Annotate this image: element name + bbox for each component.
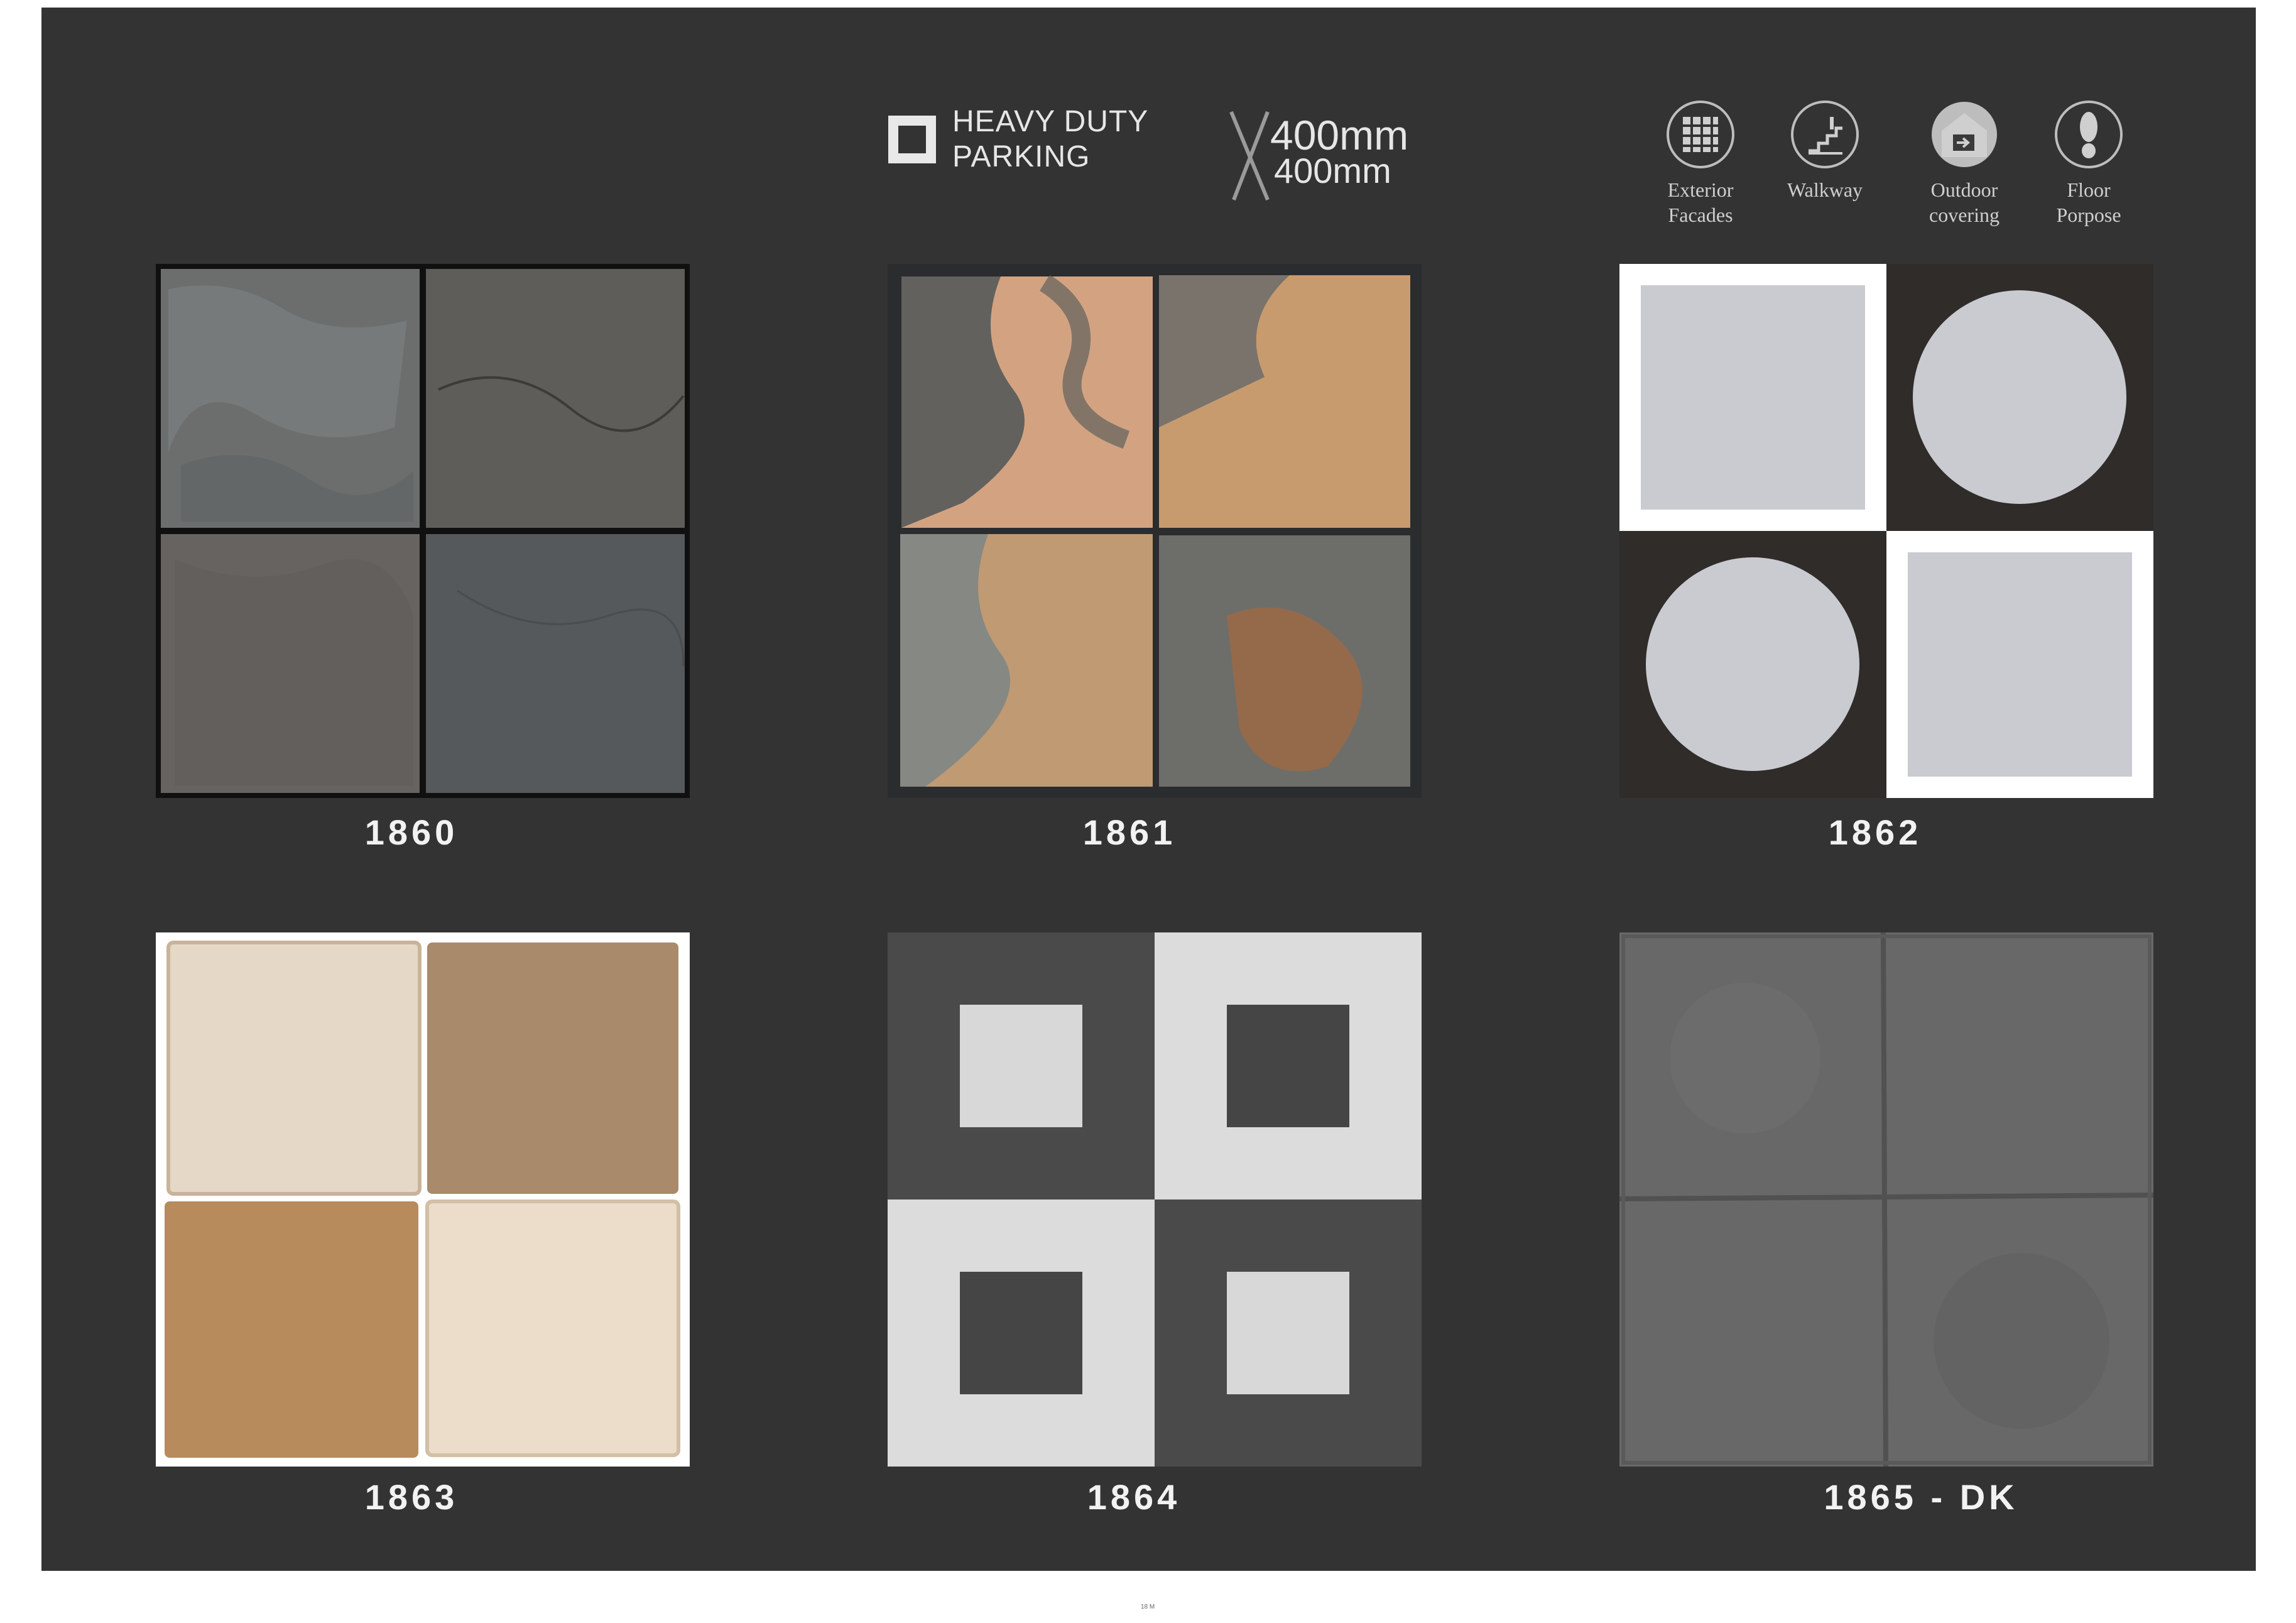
stairs-icon xyxy=(1791,101,1859,168)
tile-image-1864 xyxy=(888,932,1422,1467)
usage-exterior-facades: Exterior Facades xyxy=(1641,99,1760,227)
tile-code-1861: 1861 xyxy=(1082,812,1177,852)
tile-image-1861 xyxy=(888,264,1422,798)
usage-label-line2: Porpose xyxy=(2056,204,2121,226)
tile-code-1860: 1860 xyxy=(364,812,459,852)
usage-outdoor-covering: Outdoor covering xyxy=(1905,99,2024,227)
house-icon xyxy=(1932,102,1997,167)
size-multiply-icon xyxy=(1229,111,1270,201)
usage-label-line2: Facades xyxy=(1668,204,1733,226)
usage-label-line2: covering xyxy=(1929,204,1999,226)
tile-code-1863: 1863 xyxy=(364,1477,459,1517)
page-number: 18 M xyxy=(1141,1604,1155,1610)
tile-image-1865-dk xyxy=(1619,932,2153,1467)
tile-image-1860 xyxy=(156,264,690,798)
tile-code-1864: 1864 xyxy=(1087,1477,1181,1517)
category-line1: HEAVY DUTY xyxy=(952,105,1149,138)
tile-image-1863 xyxy=(156,932,690,1467)
tile-image-1862 xyxy=(1619,264,2153,798)
size-width: 400mm xyxy=(1270,112,1409,158)
footprint-icon xyxy=(2055,101,2123,168)
size-height: 400mm xyxy=(1274,151,1391,190)
tile-code-1865-dk: 1865 - DK xyxy=(1824,1477,2018,1517)
usage-walkway: Walkway xyxy=(1765,99,1885,202)
grid-icon xyxy=(1667,101,1734,168)
tile-code-1862: 1862 xyxy=(1828,812,1922,852)
usage-label-line1: Walkway xyxy=(1787,178,1863,201)
square-badge-icon xyxy=(888,116,936,163)
category-label: HEAVY DUTY PARKING xyxy=(952,104,1148,175)
usage-label-line1: Exterior xyxy=(1667,178,1734,201)
category-line2: PARKING xyxy=(952,140,1091,173)
usage-floor-porpose: Floor Porpose xyxy=(2029,99,2148,227)
usage-label-line1: Outdoor xyxy=(1930,178,1998,201)
usage-label-line1: Floor xyxy=(2067,178,2111,201)
